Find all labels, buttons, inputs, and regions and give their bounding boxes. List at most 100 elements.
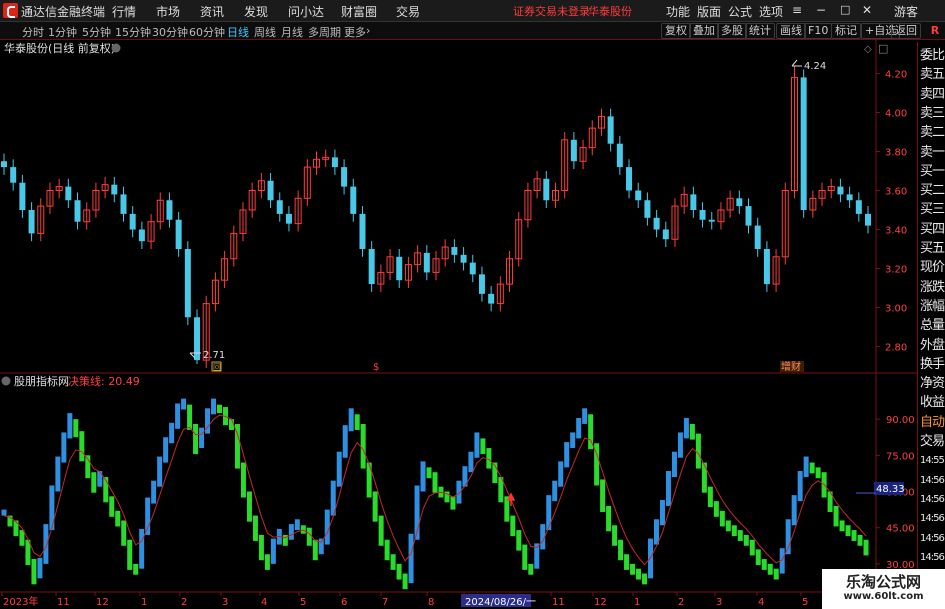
indicator-bar — [288, 524, 294, 540]
time-row[interactable]: 14:56 — [918, 548, 945, 568]
period-multi[interactable]: 多周期 — [308, 24, 341, 40]
menu-button-icon[interactable]: ≡ — [792, 3, 802, 17]
indicator-bar — [719, 510, 725, 527]
sidebar-item[interactable]: 总量 — [918, 316, 945, 336]
time-row[interactable]: 14:56 — [918, 529, 945, 549]
indicator-bar — [474, 432, 480, 458]
f10-button[interactable]: F10 — [804, 23, 833, 39]
draw-line-button[interactable]: 画线 — [776, 23, 806, 39]
minimize-icon[interactable]: − — [816, 3, 826, 17]
menu-item-banmian[interactable]: 版面 — [697, 3, 721, 20]
period-monthly[interactable]: 月线 — [281, 24, 303, 40]
candle-body — [423, 252, 430, 273]
menu-item-caifuquan[interactable]: 财富圈 — [341, 3, 377, 20]
period-fenshi[interactable]: 分时 — [22, 24, 44, 40]
period-1min[interactable]: 1分钟 — [48, 24, 77, 40]
sidebar-item[interactable]: 卖四 — [918, 85, 945, 105]
indicator-bar — [151, 480, 157, 504]
period-60min[interactable]: 60分钟 — [189, 24, 225, 40]
indicator-bar — [318, 538, 324, 555]
maximize-chart-icon[interactable]: □ — [878, 42, 888, 55]
watermark-title: 乐淘公式网 — [845, 573, 921, 591]
mark-button[interactable]: 标记 — [831, 23, 861, 39]
watermark-url: www.60lt.com — [843, 591, 924, 602]
menu-item-zixun[interactable]: 资讯 — [200, 3, 224, 20]
indicator-bar — [31, 559, 37, 585]
indicator-bar — [181, 398, 187, 410]
candle-body — [350, 186, 357, 214]
period-weekly[interactable]: 周线 — [254, 24, 276, 40]
back-button[interactable]: 返回 — [891, 23, 921, 39]
close-icon[interactable]: ✕ — [862, 3, 872, 17]
sidebar-item[interactable]: 买一 — [918, 162, 945, 182]
period-15min[interactable]: 15分钟 — [115, 24, 151, 40]
sidebar-item[interactable]: 委比 — [918, 46, 945, 66]
overlay-button[interactable]: 叠加 — [689, 23, 719, 39]
sidebar-item[interactable]: 卖二 — [918, 123, 945, 143]
sidebar-item[interactable]: 买二 — [918, 181, 945, 201]
sidebar-item[interactable]: 卖一 — [918, 143, 945, 163]
menu-item-wenxiaoda[interactable]: 问小达 — [288, 3, 324, 20]
period-30min[interactable]: 30分钟 — [152, 24, 188, 40]
indicator-bar — [426, 467, 432, 479]
sidebar-item[interactable]: 卖三 — [918, 104, 945, 124]
sidebar-item[interactable]: 收益 — [918, 393, 945, 413]
chevron-right-icon[interactable]: › — [366, 24, 370, 37]
indicator-bar — [791, 495, 797, 526]
candle-body — [690, 194, 697, 210]
chart-area[interactable]: 华泰股份(日线 前复权) ◇ □ 4.20 4.00 3.80 3.60 3.40 3.2… — [0, 40, 945, 609]
indicator-bar — [246, 491, 252, 522]
stats-button[interactable]: 统计 — [745, 23, 775, 39]
sidebar-item[interactable]: 自动 — [918, 413, 945, 433]
indicator-bar — [43, 524, 49, 564]
toolbar-corner-r[interactable]: R — [927, 22, 943, 39]
sidebar-item[interactable]: 现价 — [918, 258, 945, 278]
sidebar-item[interactable]: 买四 — [918, 220, 945, 240]
restore-icon[interactable]: □ — [840, 3, 850, 16]
event-marker-dividend[interactable]: $ — [373, 362, 379, 373]
indicator-bar — [264, 554, 270, 570]
period-more[interactable]: 更多 — [344, 24, 366, 40]
fuquan-button[interactable]: 复权 — [661, 23, 691, 39]
diamond-icon[interactable]: ◇ — [864, 44, 872, 55]
menu-item-jiaoyi[interactable]: 交易 — [396, 3, 420, 20]
price-tick-label: 3.60 — [885, 187, 907, 198]
sidebar-item[interactable]: 涨跌 — [918, 278, 945, 298]
multi-stock-button[interactable]: 多股 — [717, 23, 747, 39]
time-row[interactable]: 14:55 — [918, 451, 945, 471]
sidebar-item[interactable]: 涨幅 — [918, 297, 945, 317]
period-toolbar: 分时 1分钟 5分钟 15分钟 30分钟 60分钟 日线 周线 月线 多周期 更… — [0, 22, 945, 40]
sidebar-item[interactable]: 买三 — [918, 200, 945, 220]
time-label: 7 — [382, 597, 388, 608]
indicator-bar — [390, 554, 396, 570]
time-row[interactable]: 14:56 — [918, 509, 945, 529]
login-warning[interactable]: 证券交易未登录 — [513, 3, 590, 19]
menu-item-hangqing[interactable]: 行情 — [112, 3, 136, 20]
event-marker-hui[interactable]: 回 — [213, 363, 221, 372]
indicator-bar — [61, 432, 67, 463]
sidebar-item[interactable]: 外盘 — [918, 336, 945, 356]
indicator-tick-label: 90.00 — [886, 415, 915, 426]
chart-settings-icon[interactable] — [111, 43, 121, 53]
menu-item-faxian[interactable]: 发现 — [244, 3, 268, 20]
period-5min[interactable]: 5分钟 — [82, 24, 111, 40]
candle-body — [184, 249, 191, 318]
sidebar-item[interactable]: 净资 — [918, 374, 945, 394]
sidebar-item[interactable]: 交易 — [918, 432, 945, 452]
menu-item-shichang[interactable]: 市场 — [156, 3, 180, 20]
sidebar-item[interactable]: 换手 — [918, 355, 945, 375]
event-marker-zengcai[interactable]: 增财 — [781, 360, 801, 373]
menu-item-gongneng[interactable]: 功能 — [666, 3, 690, 20]
menu-item-xuanxiang[interactable]: 选项 — [759, 3, 783, 20]
sidebar-item[interactable]: 卖五 — [918, 65, 945, 85]
guest-label[interactable]: 游客 — [894, 3, 918, 20]
indicator-bar — [127, 539, 133, 570]
time-row[interactable]: 14:56 — [918, 471, 945, 491]
sidebar-item[interactable]: 买五 — [918, 239, 945, 259]
period-daily[interactable]: 日线 — [227, 24, 249, 40]
time-axis: 2023年 11 12 1 2 3 4 5 6 7 8 2024/08/26/一 11 12 1 2 3 4 5 — [1, 592, 808, 608]
indicator-bar — [378, 515, 384, 546]
time-row[interactable]: 14:56 — [918, 490, 945, 510]
menu-item-gongshi[interactable]: 公式 — [728, 3, 752, 20]
indicator-settings-icon[interactable] — [1, 376, 11, 386]
